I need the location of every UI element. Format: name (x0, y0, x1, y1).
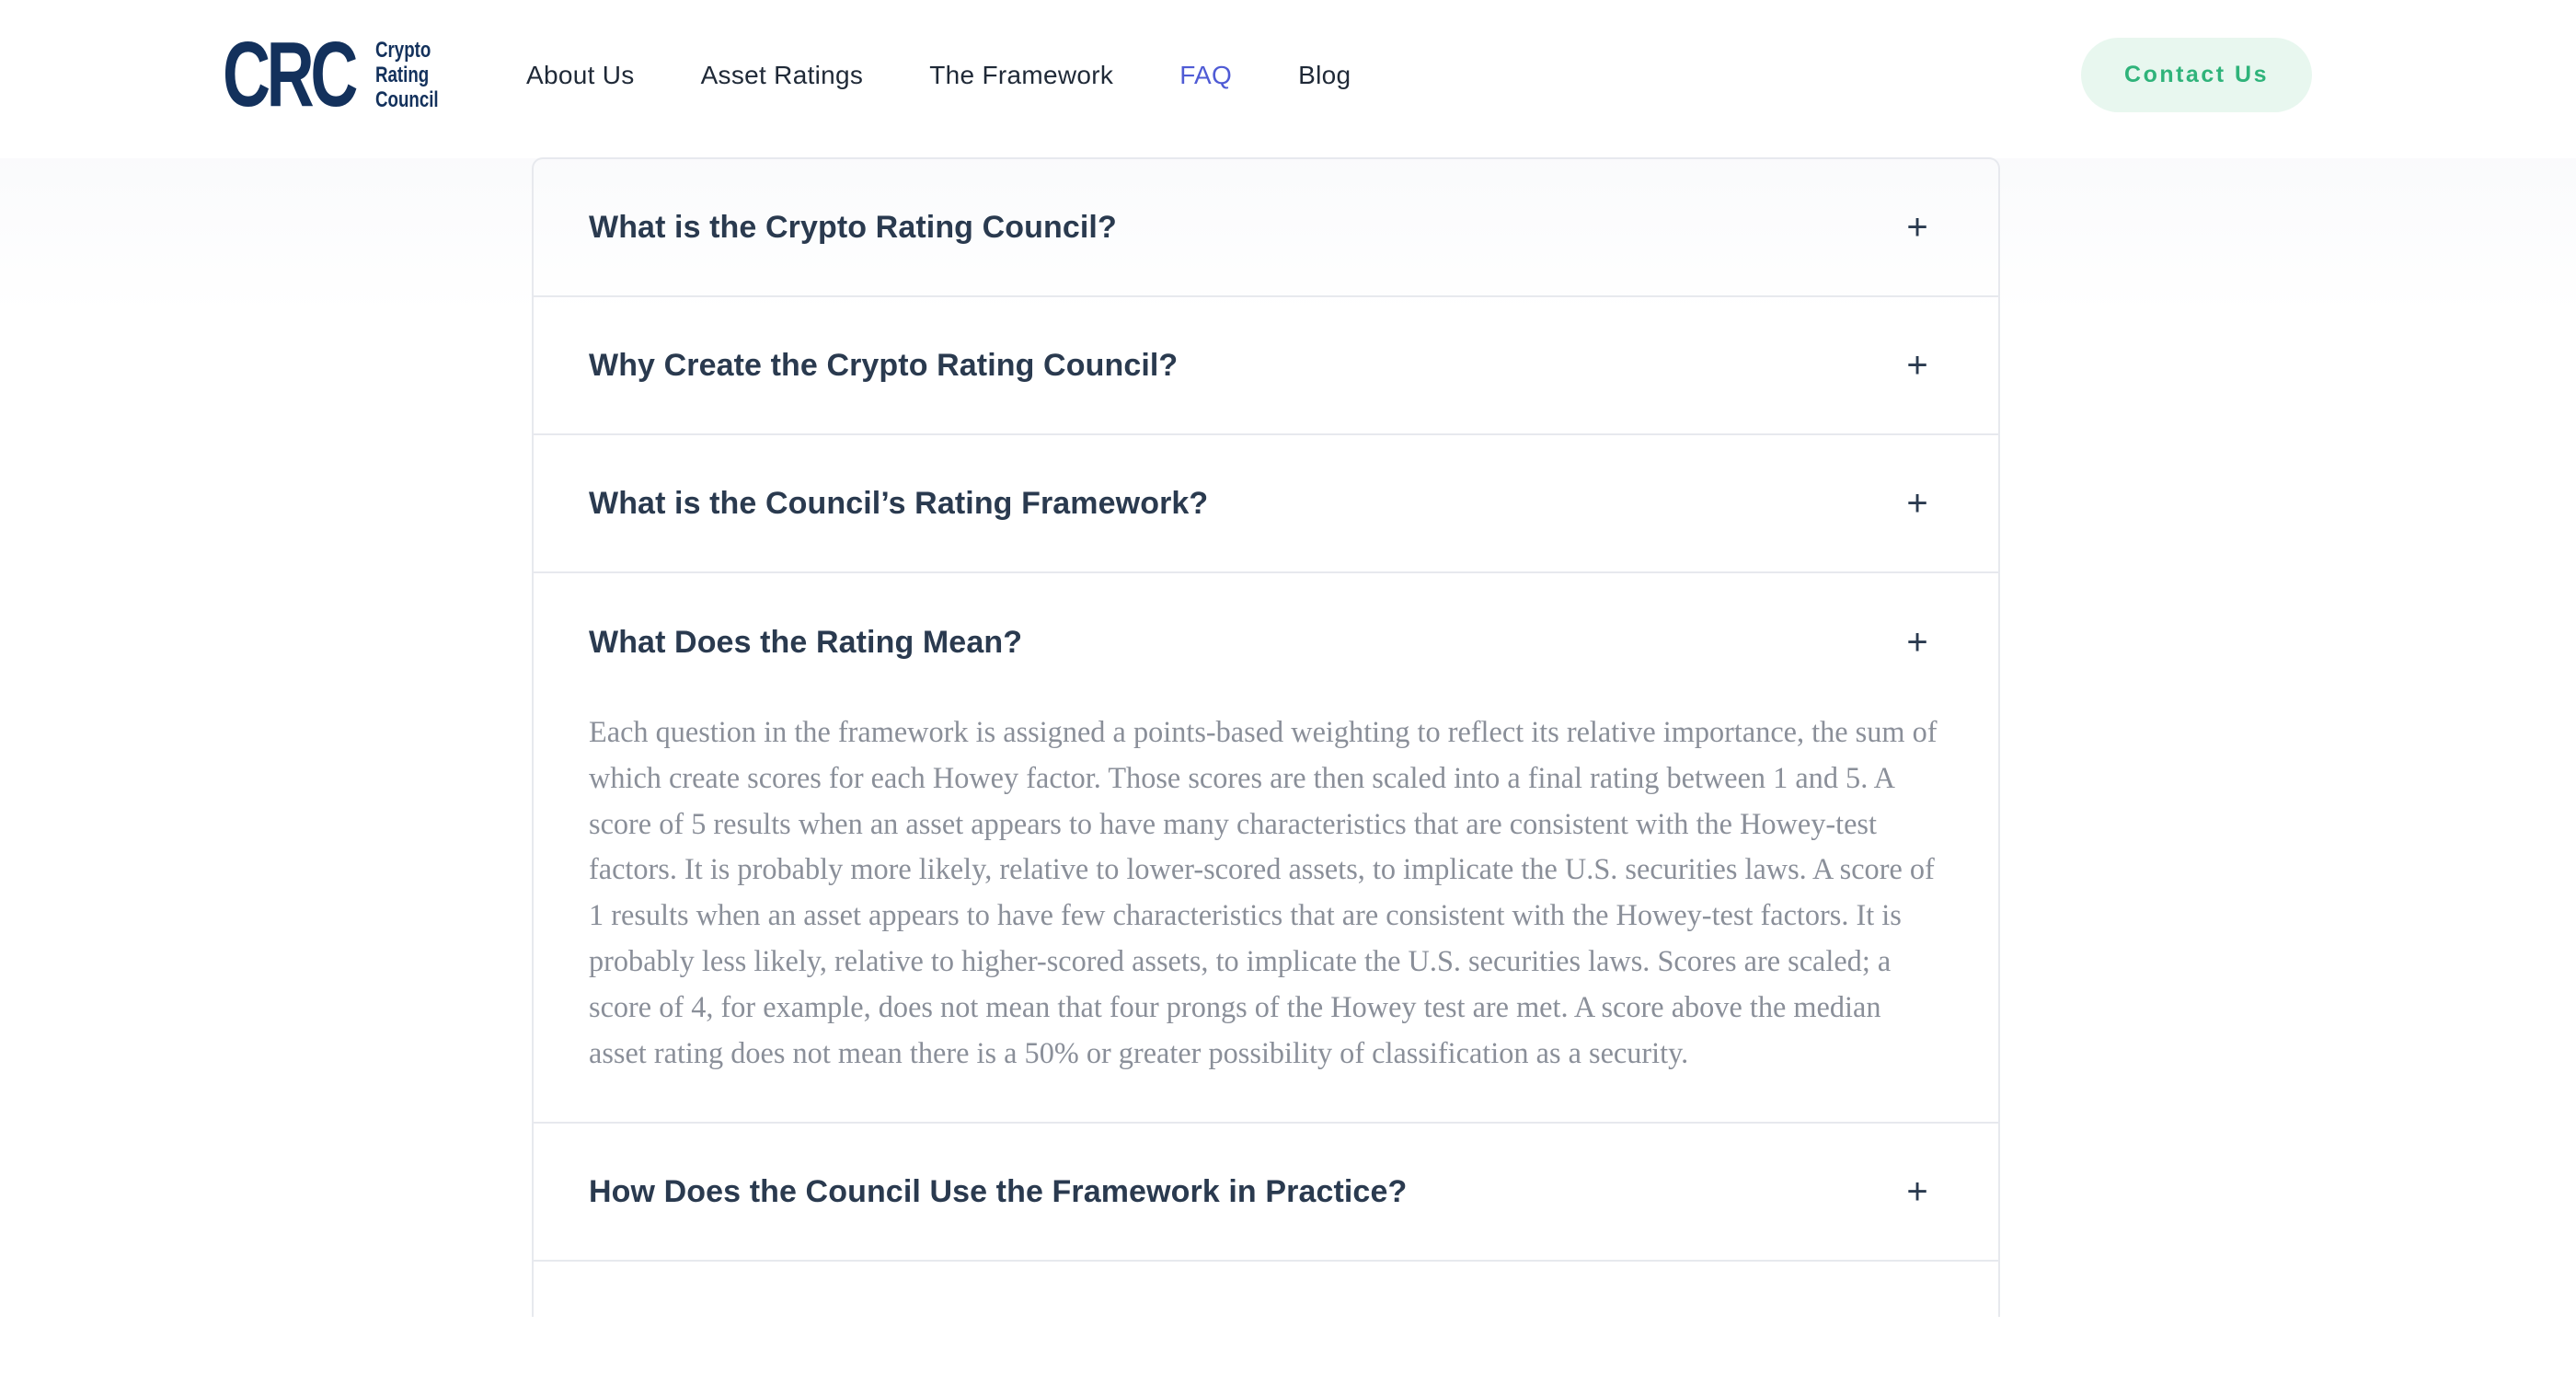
nav-about-us[interactable]: About Us (526, 61, 635, 90)
plus-icon[interactable]: + (1890, 347, 1945, 384)
plus-icon[interactable]: + (1890, 1173, 1945, 1210)
faq-item: What is the Crypto Rating Council? + (534, 159, 1998, 297)
faq-question: How Does the Council Use the Framework i… (589, 1173, 1408, 1209)
faq-answer: Each question in the framework is assign… (589, 715, 1938, 1069)
nav-blog[interactable]: Blog (1298, 61, 1351, 90)
plus-icon[interactable]: + (1890, 209, 1945, 246)
faq-question: What is the Council’s Rating Framework? (589, 485, 1209, 521)
faq-accordion: What is the Crypto Rating Council? + Why… (532, 157, 2000, 1318)
main-nav: About Us Asset Ratings The Framework FAQ… (526, 0, 1417, 151)
faq-item: Why Create the Crypto Rating Council? + (534, 297, 1998, 435)
crc-logo[interactable]: CRC Crypto Rating Council (223, 23, 456, 126)
logo-word: Crypto (375, 37, 431, 63)
faq-question-toggle[interactable]: What Does the Rating Mean? + (534, 573, 1998, 711)
logo-wordmark: Crypto Rating Council (375, 38, 439, 112)
logo-word: Rating (375, 62, 430, 87)
plus-icon[interactable]: + (1890, 624, 1945, 661)
faq-item: What is the Council’s Rating Framework? … (534, 435, 1998, 573)
site-header: CRC Crypto Rating Council About Us Asset… (0, 0, 2576, 158)
faq-question-toggle[interactable]: Why Create the Crypto Rating Council? + (534, 297, 1998, 433)
logo-mark: CRC (223, 23, 358, 126)
faq-question-toggle[interactable]: What is the Council’s Rating Framework? … (534, 435, 1998, 571)
nav-faq[interactable]: FAQ (1179, 61, 1232, 90)
plus-icon[interactable]: + (1890, 485, 1945, 522)
faq-question: What Does the Rating Mean? (589, 624, 1023, 660)
page: CRC Crypto Rating Council About Us Asset… (0, 0, 2576, 1384)
faq-question-toggle[interactable]: How Does the Council Use the Framework i… (534, 1124, 1998, 1260)
logo-word: Council (375, 86, 439, 112)
faq-question-toggle[interactable]: What is the Crypto Rating Council? + (534, 159, 1998, 295)
faq-item: How Does the Council Use the Framework i… (534, 1124, 1998, 1263)
nav-asset-ratings[interactable]: Asset Ratings (701, 61, 864, 90)
nav-the-framework[interactable]: The Framework (929, 61, 1113, 90)
faq-item-partial (534, 1262, 1998, 1317)
faq-question: Why Create the Crypto Rating Council? (589, 347, 1179, 383)
faq-item-expanded: What Does the Rating Mean? + Each questi… (534, 573, 1998, 1124)
contact-us-button[interactable]: Contact Us (2081, 38, 2312, 112)
faq-question: What is the Crypto Rating Council? (589, 209, 1117, 245)
